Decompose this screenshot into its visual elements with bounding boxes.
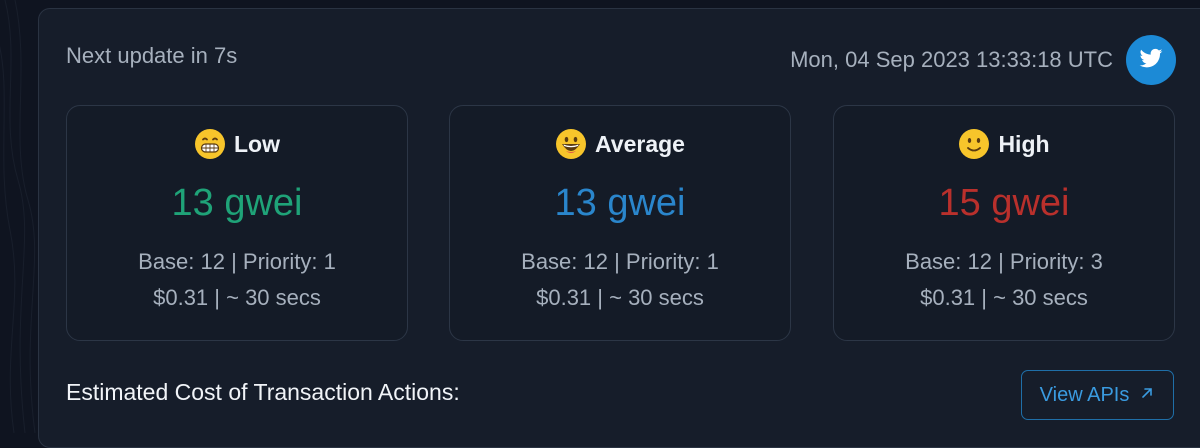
base-priority-text: Base: 12 | Priority: 1 (138, 249, 336, 274)
cost-time-text: $0.31 | ~ 30 secs (153, 285, 321, 310)
card-title: Average (450, 128, 790, 160)
twitter-button[interactable] (1126, 35, 1176, 85)
twitter-icon (1138, 45, 1164, 76)
card-title-label: High (998, 130, 1050, 157)
gas-price: 13 gwei (554, 182, 686, 224)
timestamp: Mon, 04 Sep 2023 13:33:18 UTC (790, 47, 1113, 72)
card-title: High (834, 128, 1174, 160)
next-update-text: Next update in 7s (66, 43, 238, 68)
cost-time-text: $0.31 | ~ 30 secs (920, 285, 1088, 310)
gas-price: 13 gwei (171, 182, 303, 224)
card-title: Low (67, 128, 407, 160)
base-priority-text: Base: 12 | Priority: 3 (905, 249, 1103, 274)
gas-price: 15 gwei (938, 182, 1070, 224)
view-apis-label: View APIs (1039, 383, 1130, 406)
external-arrow-icon (1139, 384, 1155, 407)
gas-card-high: High 15 gwei Base: 12 | Priority: 3 $0.3… (833, 105, 1175, 341)
gas-card-average: Average 13 gwei Base: 12 | Priority: 1 $… (449, 105, 791, 341)
gas-tracker-panel: Next update in 7s Mon, 04 Sep 2023 13:33… (38, 8, 1200, 448)
grinning-emoji-icon (555, 128, 587, 160)
base-priority-text: Base: 12 | Priority: 1 (521, 249, 719, 274)
card-title-label: Average (595, 130, 685, 157)
section-title: Estimated Cost of Transaction Actions: (66, 379, 460, 405)
card-title-label: Low (234, 130, 280, 157)
view-apis-button[interactable]: View APIs (1021, 370, 1174, 420)
slight-smile-emoji-icon (958, 128, 990, 160)
gas-card-low: Low 13 gwei Base: 12 | Priority: 1 $0.31… (66, 105, 408, 341)
grinning-teeth-emoji-icon (194, 128, 226, 160)
cost-time-text: $0.31 | ~ 30 secs (536, 285, 704, 310)
